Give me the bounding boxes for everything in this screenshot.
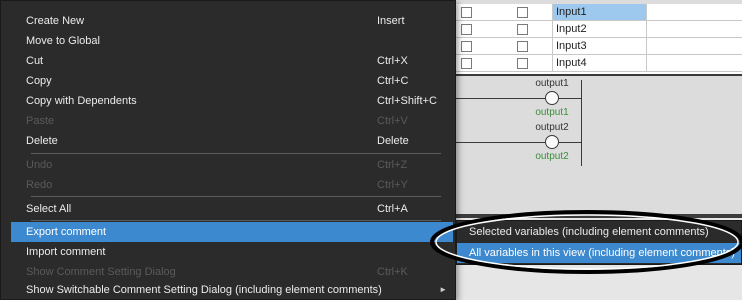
menu-item-label: Undo: [26, 159, 53, 171]
menu-separator: [31, 220, 441, 221]
coil-comment: output1: [535, 107, 569, 118]
menu-item-show-comment-setting-dialog: Show Comment Setting Dialog Ctrl+K: [11, 262, 453, 282]
chevron-right-icon: ►: [439, 285, 447, 294]
menu-item-delete[interactable]: Delete Delete: [11, 131, 453, 151]
rung-wire: [445, 142, 581, 143]
variable-name-cell[interactable]: Input4: [552, 55, 647, 71]
menu-item-label: Redo: [26, 179, 53, 191]
context-menu: Create New Insert Move to Global Cut Ctr…: [0, 0, 456, 300]
menu-item-label: Copy with Dependents: [26, 95, 137, 107]
retain-checkbox[interactable]: [517, 7, 528, 18]
menu-item-create-new[interactable]: Create New Insert: [11, 11, 453, 31]
menu-item-shortcut: Ctrl+A: [377, 203, 408, 215]
coil-variable-label[interactable]: output1: [522, 78, 582, 89]
menu-item-import-comment[interactable]: Import comment: [11, 242, 453, 262]
retain-checkbox[interactable]: [517, 24, 528, 35]
menu-item-label: Move to Global: [26, 35, 100, 47]
menu-separator: [31, 196, 441, 197]
menu-item-label: Show Comment Setting Dialog: [26, 266, 176, 278]
menu-item-export-comment[interactable]: Export comment: [11, 222, 453, 242]
export-comment-submenu: Selected variables (including element co…: [456, 220, 742, 265]
coil-icon[interactable]: [545, 135, 559, 149]
table-row[interactable]: Input1: [445, 4, 742, 21]
submenu-item-label: Selected variables (including element co…: [469, 226, 709, 238]
coil-comment: output2: [535, 151, 569, 162]
submenu-item-selected-variables[interactable]: Selected variables (including element co…: [457, 222, 741, 242]
constant-checkbox[interactable]: [461, 24, 472, 35]
menu-item-undo: Undo Ctrl+Z: [11, 155, 453, 175]
constant-checkbox[interactable]: [461, 41, 472, 52]
menu-item-label: Select All: [26, 203, 72, 215]
submenu-item-all-variables[interactable]: All variables in this view (including el…: [457, 243, 741, 263]
menu-item-shortcut: Ctrl+Y: [377, 179, 408, 191]
menu-item-label: Delete: [26, 135, 58, 147]
retain-checkbox[interactable]: [517, 58, 528, 69]
menu-item-label: Copy: [26, 75, 52, 87]
table-row[interactable]: Input3: [445, 38, 742, 55]
menu-item-shortcut: Delete: [377, 135, 409, 147]
variables-table: Input1 Input2 Input3 Input4: [445, 4, 742, 74]
menu-item-label: Import comment: [26, 246, 106, 258]
menu-item-label: Create New: [26, 15, 85, 27]
menu-item-copy-with-dependents[interactable]: Copy with Dependents Ctrl+Shift+C: [11, 91, 453, 111]
menu-item-shortcut: Ctrl+C: [377, 75, 409, 87]
menu-item-shortcut: Ctrl+Z: [377, 159, 408, 171]
menu-item-shortcut: Insert: [377, 15, 405, 27]
menu-item-show-switchable-comment-setting-dialog[interactable]: Show Switchable Comment Setting Dialog (…: [11, 280, 453, 300]
rung-wire: [445, 98, 581, 99]
variable-name-cell[interactable]: Input3: [552, 38, 647, 54]
table-row[interactable]: Input4: [445, 55, 742, 72]
menu-item-cut[interactable]: Cut Ctrl+X: [11, 51, 453, 71]
constant-checkbox[interactable]: [461, 7, 472, 18]
menu-item-shortcut: Ctrl+K: [377, 266, 408, 278]
ladder-diagram: output1 output1 output2 output2: [445, 74, 742, 216]
coil-variable-label[interactable]: output2: [522, 122, 582, 133]
menu-item-copy[interactable]: Copy Ctrl+C: [11, 71, 453, 91]
coil-icon[interactable]: [545, 91, 559, 105]
menu-separator: [31, 153, 441, 154]
menu-item-label: Show Switchable Comment Setting Dialog (…: [26, 284, 382, 296]
constant-checkbox[interactable]: [461, 58, 472, 69]
variable-name-cell[interactable]: Input1: [552, 4, 647, 20]
menu-item-paste: Paste Ctrl+V: [11, 111, 453, 131]
divider: [445, 214, 742, 218]
variable-name-cell[interactable]: Input2: [552, 21, 647, 37]
menu-item-select-all[interactable]: Select All Ctrl+A: [11, 199, 453, 219]
menu-item-label: Paste: [26, 115, 55, 127]
menu-item-shortcut: Ctrl+X: [377, 55, 408, 67]
menu-item-label: Export comment: [26, 226, 107, 238]
menu-item-shortcut: Ctrl+Shift+C: [377, 95, 437, 107]
menu-item-shortcut: Ctrl+V: [377, 115, 408, 127]
menu-item-redo: Redo Ctrl+Y: [11, 175, 453, 195]
retain-checkbox[interactable]: [517, 41, 528, 52]
menu-item-move-to-global[interactable]: Move to Global: [11, 31, 453, 51]
table-row[interactable]: Input2: [445, 21, 742, 38]
menu-item-label: Cut: [26, 55, 44, 67]
submenu-item-label: All variables in this view (including el…: [469, 247, 735, 259]
